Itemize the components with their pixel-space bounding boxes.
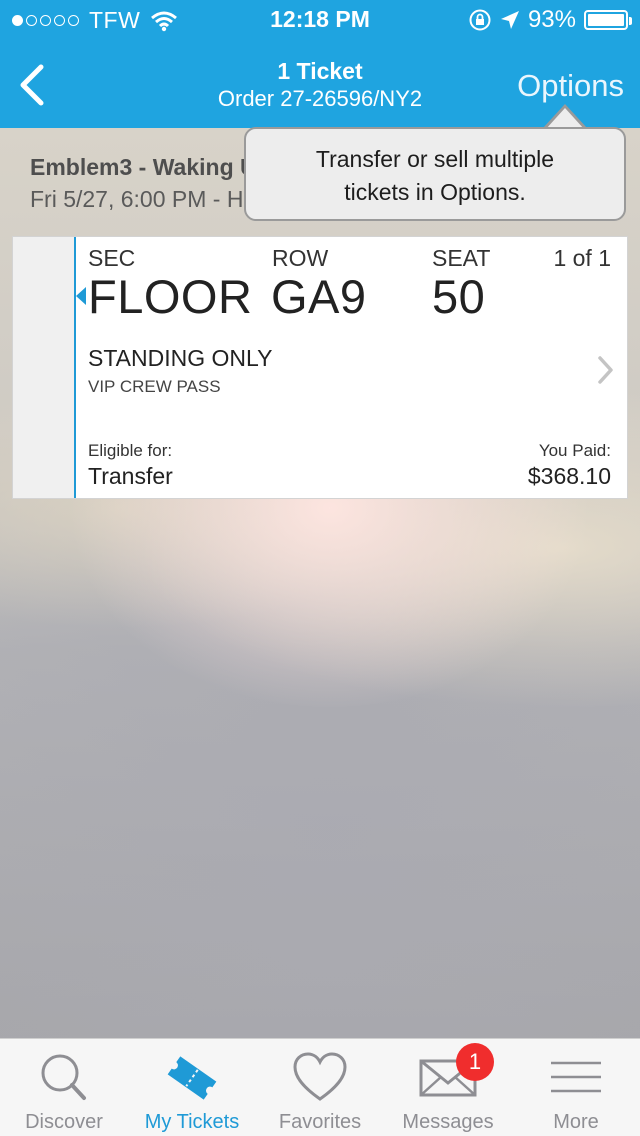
tab-messages[interactable]: 1 Messages <box>384 1039 512 1136</box>
order-number: Order 27-26596/NY2 <box>217 86 423 111</box>
ticket-type: STANDING ONLY <box>88 345 273 371</box>
options-tooltip[interactable]: Transfer or sell multiple tickets in Opt… <box>244 127 626 221</box>
ticket-count: 1 of 1 <box>553 245 611 271</box>
paid-value: $368.10 <box>527 463 611 489</box>
ticket-pass: VIP CREW PASS <box>88 377 221 396</box>
eligible-value: Transfer <box>88 463 173 489</box>
row-value: GA9 <box>271 270 367 323</box>
search-icon <box>41 1054 86 1100</box>
tab-my-tickets[interactable]: My Tickets <box>128 1039 256 1136</box>
tab-label: Discover <box>25 1111 103 1133</box>
paid-label: You Paid: <box>538 441 611 460</box>
tab-bar: Discover My Tickets Favorites 1 Messages <box>0 1038 640 1136</box>
sec-value: FLOOR <box>88 270 253 323</box>
seat-label: SEAT <box>432 245 491 271</box>
stub-marker <box>76 287 86 305</box>
menu-icon <box>551 1061 601 1093</box>
ticket-card[interactable]: SEC FLOOR ROW GA9 SEAT 50 1 of 1 STANDIN… <box>12 236 628 499</box>
tab-label: More <box>553 1111 599 1133</box>
tab-label: Messages <box>402 1111 494 1133</box>
messages-badge: 1 <box>456 1043 494 1081</box>
chevron-right-icon[interactable] <box>597 355 615 385</box>
tab-discover[interactable]: Discover <box>0 1039 128 1136</box>
seat-value: 50 <box>432 270 486 323</box>
page-title: 1 Ticket <box>277 58 363 84</box>
status-right: 93% <box>468 6 632 34</box>
location-arrow-icon <box>500 11 519 29</box>
chevron-left-icon <box>20 64 44 106</box>
heart-icon <box>293 1052 347 1101</box>
ticket-stub <box>13 237 76 498</box>
back-button[interactable] <box>10 60 54 110</box>
tab-label: Favorites <box>278 1111 362 1133</box>
battery-icon <box>584 10 632 30</box>
status-bar: TFW 12:18 PM 93% <box>0 0 640 40</box>
sec-label: SEC <box>88 245 136 271</box>
popover-arrow-fill <box>546 108 584 129</box>
ticket-icon <box>167 1056 217 1100</box>
row-label: ROW <box>272 245 329 271</box>
tab-more[interactable]: More <box>512 1039 640 1136</box>
rotation-lock-icon <box>469 9 491 31</box>
tooltip-line-2: tickets in Options. <box>344 179 526 205</box>
options-button[interactable]: Options <box>517 68 624 104</box>
nav-title: 1 Ticket Order 27-26596/NY2 <box>160 58 480 114</box>
battery-percent: 93% <box>527 6 576 33</box>
tab-favorites[interactable]: Favorites <box>256 1039 384 1136</box>
tooltip-line-1: Transfer or sell multiple <box>315 146 555 172</box>
eligible-label: Eligible for: <box>88 441 173 460</box>
tab-label: My Tickets <box>144 1111 240 1133</box>
